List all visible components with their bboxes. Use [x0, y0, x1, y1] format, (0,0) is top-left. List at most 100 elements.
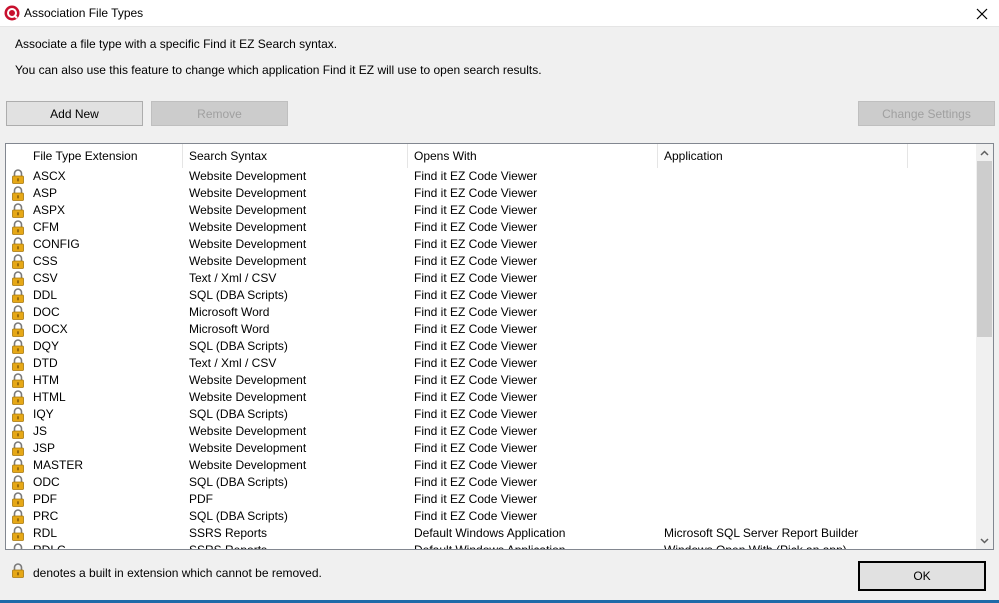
- file-types-list[interactable]: File Type Extension Search Syntax Opens …: [5, 143, 994, 550]
- lock-icon: [12, 339, 24, 354]
- cell-opens-with: Find it EZ Code Viewer: [414, 203, 538, 217]
- cell-opens-with: Find it EZ Code Viewer: [414, 407, 538, 421]
- close-button[interactable]: [965, 0, 999, 27]
- lock-icon: [12, 390, 24, 405]
- table-row[interactable]: ASCX Website Development Find it EZ Code V…: [6, 168, 976, 185]
- cell-search-syntax: Website Development: [189, 169, 307, 183]
- cell-opens-with: Find it EZ Code Viewer: [414, 390, 538, 404]
- chevron-down-icon: [980, 537, 989, 544]
- table-row[interactable]: DOCX Microsoft Word Find it EZ Code Viewer: [6, 321, 976, 338]
- table-row[interactable]: DTD Text / Xml / CSV Find it EZ Code Viewe…: [6, 355, 976, 372]
- cell-search-syntax: Microsoft Word: [189, 305, 270, 319]
- vertical-scrollbar[interactable]: [976, 144, 993, 549]
- cell-search-syntax: SQL (DBA Scripts): [189, 288, 288, 302]
- cell-opens-with: Find it EZ Code Viewer: [414, 509, 538, 523]
- cell-extension: DQY: [33, 339, 60, 353]
- cell-extension: DDL: [33, 288, 58, 302]
- table-row[interactable]: JS Website Development Find it EZ Code Vie…: [6, 423, 976, 440]
- cell-extension: ASP: [33, 186, 58, 200]
- table-row[interactable]: JSP Website Development Find it EZ Code Vi…: [6, 440, 976, 457]
- lock-icon: [12, 237, 24, 252]
- table-row[interactable]: CSV Text / Xml / CSV Find it EZ Code Viewe…: [6, 270, 976, 287]
- cell-opens-with: Find it EZ Code Viewer: [414, 458, 538, 472]
- column-header-search-syntax[interactable]: Search Syntax: [183, 144, 408, 168]
- cell-extension: CSS: [33, 254, 58, 268]
- cell-application: Windows Open With (Pick an app): [664, 543, 847, 550]
- table-row[interactable]: ODC SQL (DBA Scripts) Find it EZ Code View…: [6, 474, 976, 491]
- table-row[interactable]: RDL SSRS Reports Default Windows Applicati…: [6, 525, 976, 542]
- lock-icon: [12, 305, 24, 320]
- cell-opens-with: Default Windows Application: [414, 543, 566, 550]
- lock-icon: [12, 407, 24, 422]
- cell-search-syntax: PDF: [189, 492, 213, 506]
- cell-extension: RDLC: [33, 543, 66, 550]
- table-row[interactable]: CFM Website Development Find it EZ Code Vi…: [6, 219, 976, 236]
- chevron-up-icon: [980, 149, 989, 156]
- table-row[interactable]: DQY SQL (DBA Scripts) Find it EZ Code View…: [6, 338, 976, 355]
- table-row[interactable]: PDF PDF Find it EZ Code Viewer: [6, 491, 976, 508]
- cell-search-syntax: Microsoft Word: [189, 322, 270, 336]
- table-row[interactable]: ASPX Website Development Find it EZ Code V…: [6, 202, 976, 219]
- cell-extension: JS: [33, 424, 48, 438]
- cell-opens-with: Find it EZ Code Viewer: [414, 424, 538, 438]
- lock-icon: [12, 458, 24, 473]
- column-header-opens-with[interactable]: Opens With: [408, 144, 658, 168]
- lock-icon: [12, 322, 24, 337]
- cell-opens-with: Find it EZ Code Viewer: [414, 220, 538, 234]
- cell-search-syntax: SSRS Reports: [189, 526, 268, 540]
- table-row[interactable]: HTML Website Development Find it EZ Code V…: [6, 389, 976, 406]
- table-row[interactable]: CONFIG Website Development Find it EZ Code…: [6, 236, 976, 253]
- table-row[interactable]: HTM Website Development Find it EZ Code Vi…: [6, 372, 976, 389]
- lock-icon: [12, 563, 24, 578]
- column-header-application[interactable]: Application: [658, 144, 908, 168]
- lock-icon: [12, 203, 24, 218]
- cell-extension: MASTER: [33, 458, 84, 472]
- column-header-extension[interactable]: File Type Extension: [27, 144, 183, 168]
- title-bar: Association File Types: [0, 0, 999, 27]
- scroll-down-arrow[interactable]: [976, 532, 993, 549]
- remove-button[interactable]: Remove: [151, 101, 288, 126]
- cell-extension: CFM: [33, 220, 59, 234]
- scroll-thumb[interactable]: [977, 161, 992, 337]
- table-row[interactable]: RDLC SSRS Reports Default Windows Applicat…: [6, 542, 976, 550]
- lock-icon: [12, 492, 24, 507]
- cell-opens-with: Find it EZ Code Viewer: [414, 186, 538, 200]
- cell-opens-with: Default Windows Application: [414, 526, 566, 540]
- cell-extension: ASCX: [33, 169, 66, 183]
- close-icon: [976, 8, 988, 19]
- cell-search-syntax: Website Development: [189, 237, 307, 251]
- cell-search-syntax: Website Development: [189, 254, 307, 268]
- window-title: Association File Types: [24, 6, 144, 20]
- cell-search-syntax: Text / Xml / CSV: [189, 356, 277, 370]
- lock-icon: [12, 220, 24, 235]
- add-new-button[interactable]: Add New: [6, 101, 143, 126]
- cell-opens-with: Find it EZ Code Viewer: [414, 237, 538, 251]
- cell-extension: ODC: [33, 475, 60, 489]
- table-row[interactable]: PRC SQL (DBA Scripts) Find it EZ Code View…: [6, 508, 976, 525]
- table-row[interactable]: CSS Website Development Find it EZ Code Vi…: [6, 253, 976, 270]
- cell-extension: ASPX: [33, 203, 66, 217]
- table-row[interactable]: DDL SQL (DBA Scripts) Find it EZ Code View…: [6, 287, 976, 304]
- builtin-note: denotes a built in extension which canno…: [33, 566, 322, 580]
- cell-extension: IQY: [33, 407, 54, 421]
- cell-extension: PDF: [33, 492, 57, 506]
- description-line-1: Associate a file type with a specific Fi…: [15, 37, 338, 51]
- table-row[interactable]: ASP Website Development Find it EZ Code Vi…: [6, 185, 976, 202]
- lock-icon: [13, 543, 23, 549]
- table-row[interactable]: MASTER Website Development Find it EZ Code…: [6, 457, 976, 474]
- change-settings-button[interactable]: Change Settings: [858, 101, 995, 126]
- cell-search-syntax: SSRS Reports: [189, 543, 268, 550]
- find-it-ez-icon: [4, 5, 20, 21]
- scroll-up-arrow[interactable]: [976, 144, 993, 161]
- cell-opens-with: Find it EZ Code Viewer: [414, 254, 538, 268]
- table-row[interactable]: DOC Microsoft Word Find it EZ Code Viewer: [6, 304, 976, 321]
- ok-button[interactable]: OK: [858, 561, 986, 591]
- cell-opens-with: Find it EZ Code Viewer: [414, 475, 538, 489]
- lock-icon: [12, 526, 24, 541]
- cell-opens-with: Find it EZ Code Viewer: [414, 339, 538, 353]
- cell-opens-with: Find it EZ Code Viewer: [414, 288, 538, 302]
- cell-opens-with: Find it EZ Code Viewer: [414, 322, 538, 336]
- table-row[interactable]: IQY SQL (DBA Scripts) Find it EZ Code View…: [6, 406, 976, 423]
- cell-extension: CSV: [33, 271, 58, 285]
- cell-search-syntax: Website Development: [189, 186, 307, 200]
